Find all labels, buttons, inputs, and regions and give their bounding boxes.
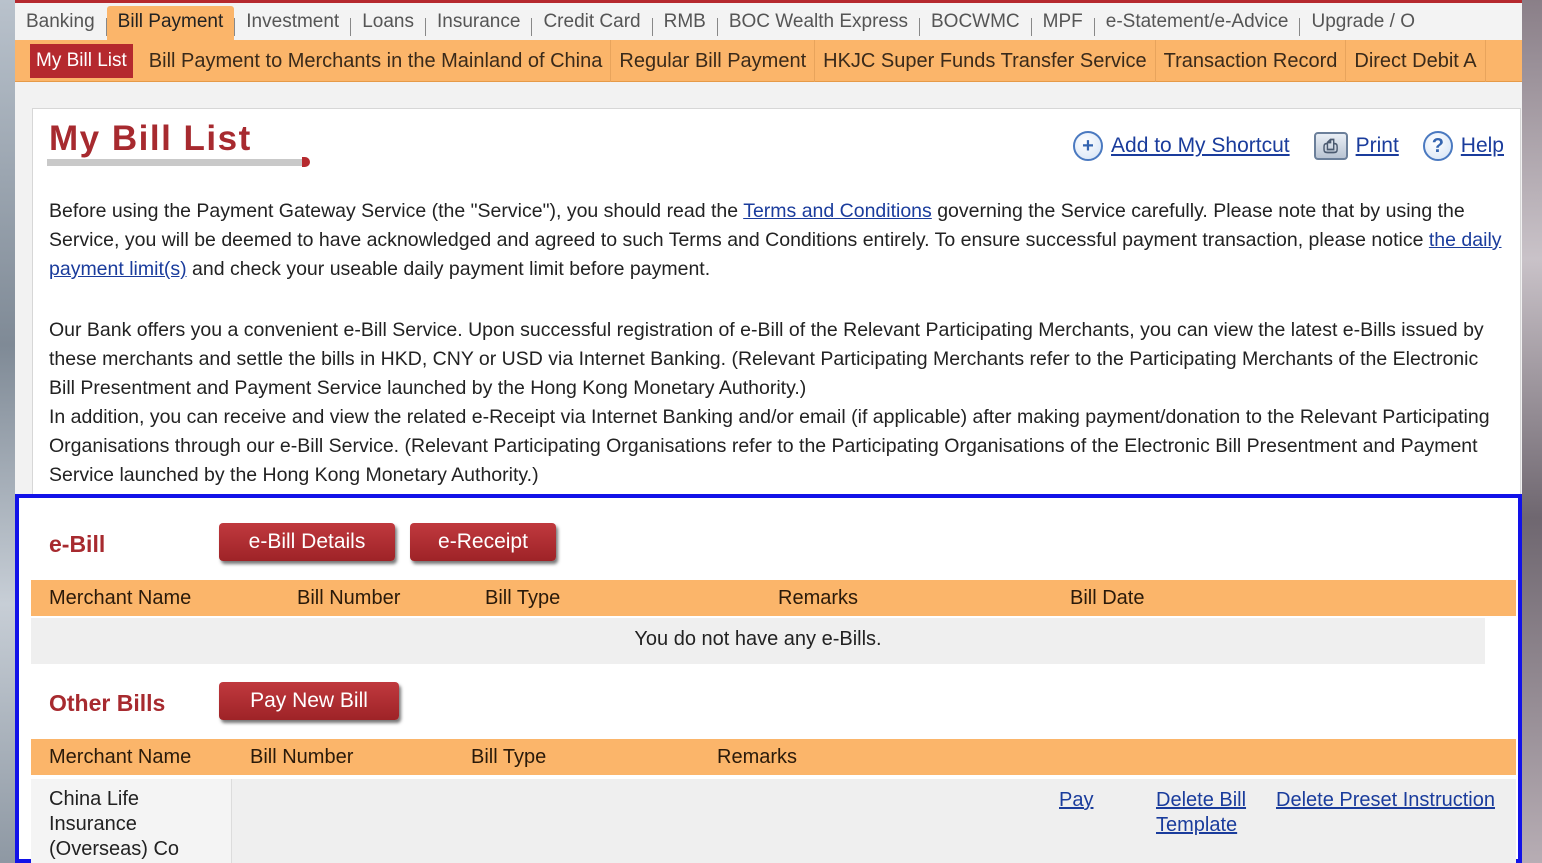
nav-loans[interactable]: Loans xyxy=(351,6,425,38)
delete-bill-template-link[interactable]: Delete Bill Template xyxy=(1156,788,1256,838)
delete-preset-instruction-link[interactable]: Delete Preset Instruction xyxy=(1276,788,1495,813)
sub-nav: My Bill List Bill Payment to Merchants i… xyxy=(15,39,1522,82)
subnav-transaction-record[interactable]: Transaction Record xyxy=(1156,39,1347,82)
help-tool[interactable]: ? Help xyxy=(1422,131,1504,161)
ereceipt-button[interactable]: e-Receipt xyxy=(410,523,556,561)
subnav-direct-debit[interactable]: Direct Debit A xyxy=(1346,39,1486,82)
subnav-my-bill-list[interactable]: My Bill List xyxy=(30,43,133,78)
other-bills-section-title: Other Bills xyxy=(49,690,166,716)
col-bill-date: Bill Date xyxy=(1070,587,1145,609)
merchant-name: China Life Insurance (Overseas) Co xyxy=(49,788,180,860)
nav-e-statement[interactable]: e-Statement/e-Advice xyxy=(1095,6,1300,38)
col-bill-number: Bill Number xyxy=(297,587,401,609)
col-merchant-name: Merchant Name xyxy=(49,746,192,768)
other-bills-table-header: Merchant Name Bill Number Bill Type Rema… xyxy=(31,739,1516,775)
col-bill-number: Bill Number xyxy=(250,746,354,768)
subnav-hkjc-transfer[interactable]: HKJC Super Funds Transfer Service xyxy=(815,39,1156,82)
print-tool[interactable]: ⎙ Print xyxy=(1313,132,1399,160)
printer-icon: ⎙ xyxy=(1313,132,1348,160)
col-bill-type: Bill Type xyxy=(471,746,547,768)
col-bill-type: Bill Type xyxy=(485,587,561,609)
merchant-cell: China Life Insurance (Overseas) Co xyxy=(31,779,232,863)
nav-banking[interactable]: Banking xyxy=(15,6,106,38)
page-title: My Bill List xyxy=(49,119,252,158)
nav-insurance[interactable]: Insurance xyxy=(426,6,531,38)
page-tools: + Add to My Shortcut ⎙ Print ? Help xyxy=(1059,131,1504,161)
add-to-shortcut-link[interactable]: Add to My Shortcut xyxy=(1111,134,1290,158)
help-link[interactable]: Help xyxy=(1461,134,1504,158)
help-icon: ? xyxy=(1422,131,1453,161)
table-row: China Life Insurance (Overseas) Co Pay D… xyxy=(31,779,1516,863)
highlighted-bills-section: e-Bill e-Bill Details e-Receipt Merchant… xyxy=(15,494,1522,863)
add-shortcut-tool[interactable]: + Add to My Shortcut xyxy=(1073,131,1290,161)
nav-boc-wealth-express[interactable]: BOC Wealth Express xyxy=(718,6,919,38)
terms-text-1: Before using the Payment Gateway Service… xyxy=(49,200,744,222)
ebill-section-title: e-Bill xyxy=(49,531,106,557)
plus-icon: + xyxy=(1073,131,1104,161)
nav-bocwmc[interactable]: BOCWMC xyxy=(920,6,1031,38)
subnav-bill-payment-mainland[interactable]: Bill Payment to Merchants in the Mainlan… xyxy=(141,39,612,82)
col-remarks: Remarks xyxy=(778,587,859,609)
title-underline-cap xyxy=(302,157,310,167)
ebill-info-paragraph: Our Bank offers you a convenient e-Bill … xyxy=(49,316,1504,490)
nav-investment[interactable]: Investment xyxy=(235,6,350,38)
col-remarks: Remarks xyxy=(717,746,798,768)
terms-text-3: and check your useable daily payment lim… xyxy=(186,258,711,280)
ebill-empty-message: You do not have any e-Bills. xyxy=(31,618,1485,664)
terms-paragraph: Before using the Payment Gateway Service… xyxy=(49,197,1504,284)
nav-bill-payment[interactable]: Bill Payment xyxy=(106,6,235,40)
title-underline xyxy=(47,159,303,166)
nav-rmb[interactable]: RMB xyxy=(653,6,717,38)
subnav-regular-bill-payment[interactable]: Regular Bill Payment xyxy=(611,39,816,82)
backdrop-right xyxy=(1520,0,1542,863)
print-link[interactable]: Print xyxy=(1356,134,1399,158)
top-nav: Banking Bill Payment Investment Loans In… xyxy=(15,0,1522,40)
ebill-service-text: Our Bank offers you a convenient e-Bill … xyxy=(49,319,1484,399)
terms-and-conditions-link[interactable]: Terms and Conditions xyxy=(743,200,932,222)
ereceipt-service-text: In addition, you can receive and view th… xyxy=(49,406,1490,486)
nav-upgrade[interactable]: Upgrade / O xyxy=(1300,6,1426,38)
col-merchant-name: Merchant Name xyxy=(49,587,192,609)
nav-credit-card[interactable]: Credit Card xyxy=(532,6,651,38)
bank-page: Banking Bill Payment Investment Loans In… xyxy=(15,0,1522,863)
nav-mpf[interactable]: MPF xyxy=(1032,6,1094,38)
pay-link[interactable]: Pay xyxy=(1059,788,1093,813)
pay-new-bill-button[interactable]: Pay New Bill xyxy=(219,682,399,720)
ebill-details-button[interactable]: e-Bill Details xyxy=(219,523,395,561)
ebill-table-header: Merchant Name Bill Number Bill Type Rema… xyxy=(31,580,1516,616)
